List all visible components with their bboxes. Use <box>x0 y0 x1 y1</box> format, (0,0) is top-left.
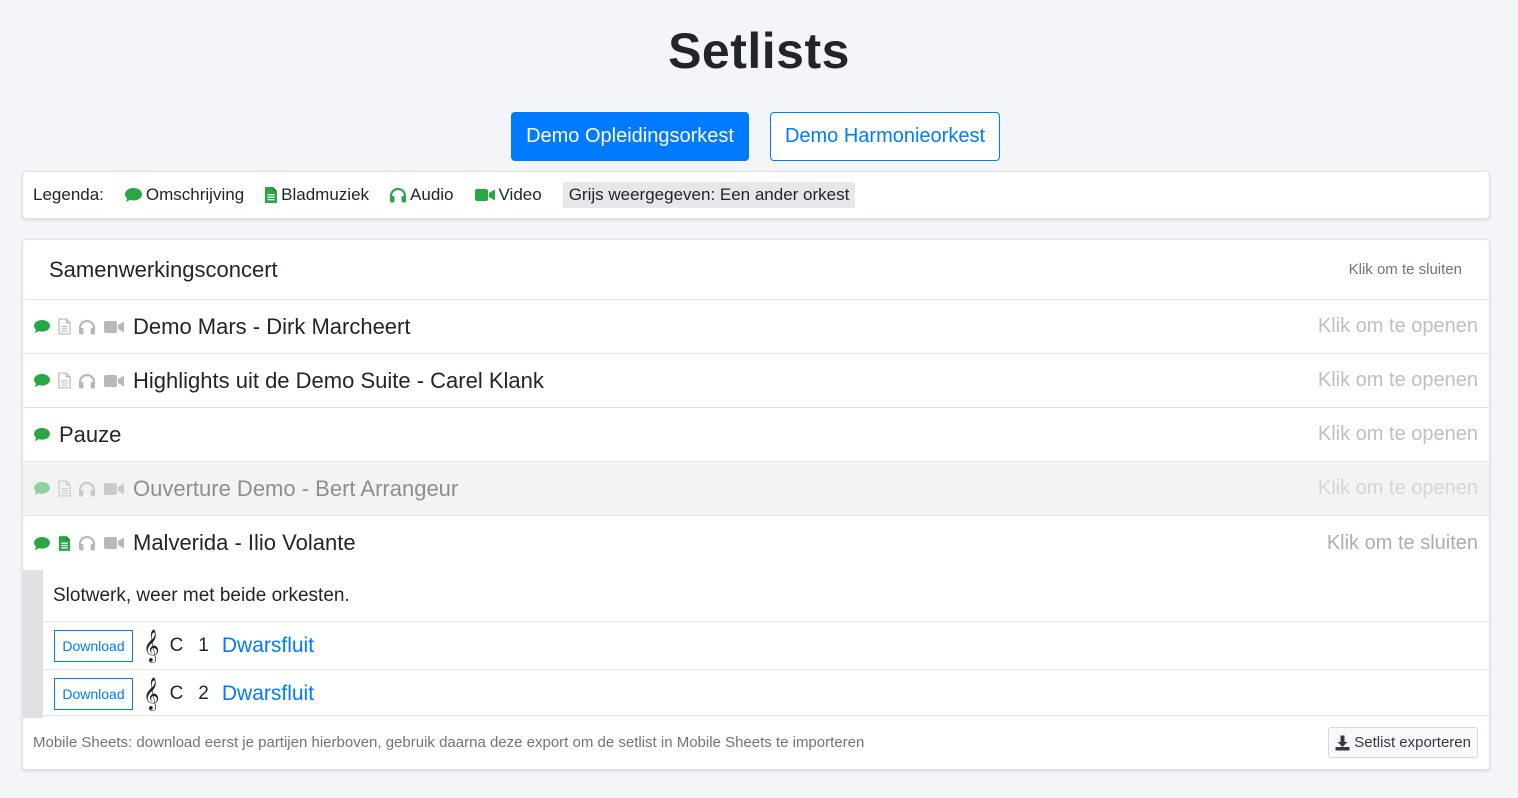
headphones-icon <box>78 535 96 551</box>
indent-bar <box>23 570 43 718</box>
video-camera-icon <box>474 189 495 201</box>
part-key: C <box>169 683 184 704</box>
treble-clef-icon: 𝄞 <box>143 628 160 662</box>
setlist-item-malverida[interactable]: Malverida - Ilio Volante Klik om te slui… <box>23 516 1489 570</box>
part-number: 2 <box>198 683 209 704</box>
part-row: Download 𝄞 C 2 Dwarsfluit <box>43 670 1489 718</box>
page-title: Setlists <box>668 23 850 79</box>
open-link[interactable]: Klik om te openen <box>1318 423 1478 446</box>
setlist-title: Samenwerkingsconcert <box>49 256 278 282</box>
footer-note: Mobile Sheets: download eerst je partije… <box>33 734 865 751</box>
legend-audio-label: Audio <box>410 185 454 204</box>
comment-icon <box>34 536 50 550</box>
download-button[interactable]: Download <box>54 678 133 710</box>
download-icon <box>1335 735 1350 750</box>
setlist-item-pauze[interactable]: Pauze Klik om te openen <box>23 408 1489 462</box>
video-camera-icon <box>104 374 124 387</box>
video-camera-icon <box>104 537 124 549</box>
setlist-item-highlights[interactable]: Highlights uit de Demo Suite - Carel Kla… <box>23 354 1489 408</box>
open-link[interactable]: Klik om te openen <box>1318 369 1478 392</box>
file-sheet-icon <box>58 372 71 389</box>
export-setlist-button[interactable]: Setlist exporteren <box>1328 727 1478 758</box>
legend-description: Omschrijving <box>124 185 244 205</box>
video-camera-icon <box>104 320 124 333</box>
legend-card: Legenda: Omschrijving Bladmuziek Audio V… <box>22 171 1490 219</box>
headphones-icon <box>78 373 96 388</box>
setlist-item-name: Highlights uit de Demo Suite - Carel Kla… <box>133 367 544 393</box>
part-key: C <box>169 634 184 656</box>
file-sheet-icon <box>58 480 71 497</box>
setlist-header[interactable]: Samenwerkingsconcert Klik om te sluiten <box>23 240 1489 300</box>
file-sheet-icon <box>265 187 278 203</box>
orchestra-button-harmonieorkest[interactable]: Demo Harmonieorkest <box>770 112 1000 161</box>
headphones-icon <box>78 481 96 496</box>
item-description: Slotwerk, weer met beide orkesten. <box>43 570 1489 622</box>
setlist-item-name: Pauze <box>59 421 122 447</box>
file-sheet-icon <box>58 318 71 335</box>
setlist-close-link[interactable]: Klik om te sluiten <box>1349 261 1462 278</box>
legend-video-label: Video <box>498 185 542 204</box>
video-camera-icon <box>104 482 124 495</box>
open-link[interactable]: Klik om te openen <box>1318 477 1478 500</box>
part-row: Download 𝄞 C 1 Dwarsfluit <box>43 622 1489 670</box>
setlist-item-demo-mars[interactable]: Demo Mars - Dirk Marcheert Klik om te op… <box>23 300 1489 354</box>
setlist-card: Samenwerkingsconcert Klik om te sluiten … <box>22 239 1490 770</box>
legend-label: Legenda: <box>33 185 104 204</box>
legend-sheet-music-label: Bladmuziek <box>281 185 370 204</box>
open-link[interactable]: Klik om te openen <box>1318 315 1478 338</box>
legend-audio: Audio <box>389 185 454 205</box>
legend-grey-note: Grijs weergegeven: Een ander orkest <box>562 182 856 208</box>
setlist-item-name: Ouverture Demo - Bert Arrangeur <box>133 475 459 501</box>
export-setlist-label: Setlist exporteren <box>1354 734 1471 751</box>
comment-icon <box>34 319 50 334</box>
comment-icon <box>124 188 142 202</box>
part-number: 1 <box>198 634 209 656</box>
part-name-link[interactable]: Dwarsfluit <box>222 634 314 658</box>
legend-video: Video <box>474 185 542 205</box>
comment-icon <box>34 427 50 442</box>
headphones-icon <box>78 319 96 334</box>
file-sheet-icon <box>58 535 71 551</box>
part-name-link[interactable]: Dwarsfluit <box>222 682 314 706</box>
download-button[interactable]: Download <box>54 629 133 662</box>
legend-description-label: Omschrijving <box>145 185 245 204</box>
setlist-footer: Mobile Sheets: download eerst je partije… <box>23 715 1489 769</box>
comment-icon <box>34 373 50 388</box>
comment-icon <box>34 481 50 496</box>
expanded-details: Slotwerk, weer met beide orkesten. Downl… <box>23 570 1489 718</box>
close-link[interactable]: Klik om te sluiten <box>1327 532 1478 555</box>
setlist-item-name: Demo Mars - Dirk Marcheert <box>133 313 411 339</box>
setlist-item-ouverture[interactable]: Ouverture Demo - Bert Arrangeur Klik om … <box>23 462 1489 516</box>
legend-sheet-music: Bladmuziek <box>264 185 369 205</box>
headphones-icon <box>389 187 407 203</box>
treble-clef-icon: 𝄞 <box>143 677 160 710</box>
orchestra-button-opleidingsorkest[interactable]: Demo Opleidingsorkest <box>511 112 749 161</box>
setlist-item-name: Malverida - Ilio Volante <box>133 530 356 555</box>
